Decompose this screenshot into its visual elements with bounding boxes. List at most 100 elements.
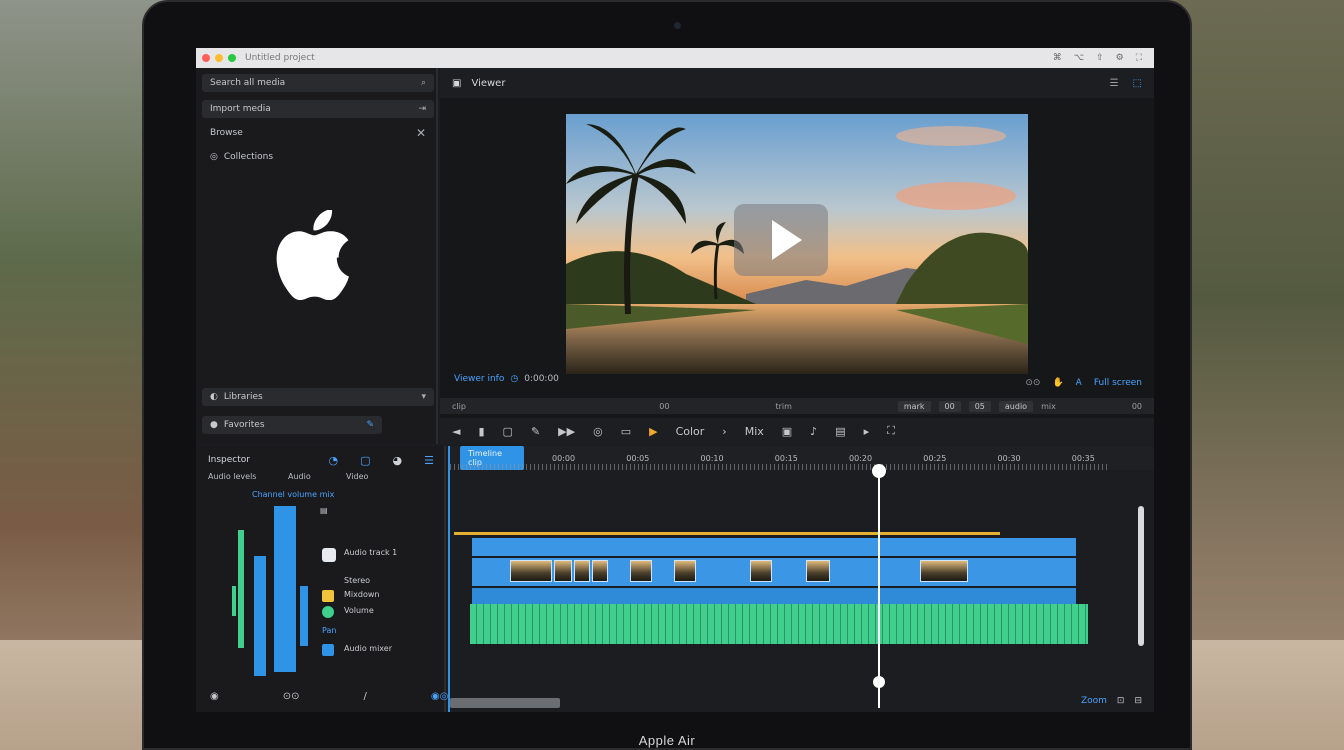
mix-tool[interactable]: Mix	[745, 425, 764, 438]
horizontal-scrollbar[interactable]	[450, 698, 560, 708]
scrub-segment[interactable]: mark	[897, 400, 931, 412]
ruler-label: 00:35	[1071, 453, 1095, 463]
close-icon[interactable]: ✕	[416, 126, 426, 140]
video-preview[interactable]	[566, 114, 1028, 374]
speed-icon[interactable]: ▶▶	[558, 425, 575, 438]
maximize-window-button[interactable]	[228, 54, 236, 62]
fullscreen-icon[interactable]: ⛶	[1136, 53, 1142, 63]
inspector-panel: Inspector ◔ ▢ ◕ ☰ Audio levels Audio Vid…	[196, 446, 448, 712]
clip-thumbnail[interactable]	[510, 560, 552, 582]
libraries-icon: ◐	[210, 392, 218, 402]
target-icon[interactable]: ◎	[593, 425, 603, 438]
playhead-handle[interactable]	[872, 464, 886, 478]
edit-icon: ✎	[366, 420, 374, 430]
clip-thumbnail[interactable]	[806, 560, 830, 582]
browse-item[interactable]: Browse ✕	[202, 124, 434, 142]
titlebar-icon-1[interactable]: ⌘	[1053, 53, 1062, 63]
clip-thumbnail[interactable]	[920, 560, 968, 582]
favorites-button[interactable]: ● Favorites ✎	[202, 416, 382, 434]
list-icon[interactable]: ☰	[1110, 78, 1119, 89]
audio-tab-icon[interactable]: ◔	[329, 454, 339, 467]
info-tab-icon[interactable]: ◕	[393, 454, 403, 467]
libraries-button[interactable]: ◐ Libraries ▾	[202, 388, 434, 406]
favorites-label: Favorites	[223, 420, 265, 430]
video-track-bottom[interactable]	[472, 588, 1076, 604]
browse-label: Browse	[210, 128, 243, 138]
scrub-segment[interactable]: 05	[968, 400, 991, 412]
step-icon[interactable]: ▸	[864, 425, 870, 438]
pen-icon[interactable]: ✎	[531, 425, 540, 438]
minimize-window-button[interactable]	[215, 54, 223, 62]
tab-audio[interactable]: Audio	[288, 472, 311, 481]
app-screen: Untitled project ⌘ ⌥ ⇧ ⚙ ⛶ Search all me…	[196, 48, 1154, 712]
inspector-item[interactable]: Volume	[344, 606, 374, 615]
scrub-segment[interactable]: 00	[938, 400, 961, 412]
inspector-footer: ◉ ⊙⊙ / ◉◎	[210, 691, 448, 702]
inspector-item[interactable]: Stereo	[344, 576, 370, 585]
collapse-button[interactable]: ⊟	[1134, 696, 1142, 706]
text-icon[interactable]: A	[1076, 378, 1082, 388]
link-icon[interactable]: ⊙⊙	[283, 691, 300, 702]
search-input[interactable]: Search all media ⌕	[202, 74, 434, 92]
menu-icon[interactable]: ☰	[424, 454, 434, 467]
item-small-label: ▤	[320, 506, 328, 515]
fit-badge[interactable]: ⊙⊙	[1025, 378, 1040, 388]
camera-icon[interactable]: ◉	[210, 691, 219, 702]
clip-thumbnail[interactable]	[750, 560, 772, 582]
viewer-header: ▣ Viewer ☰ ⬚	[440, 68, 1154, 98]
clip-thumbnail[interactable]	[574, 560, 590, 582]
collections-item[interactable]: ◎ Collections	[202, 148, 434, 166]
scrub-bar[interactable]: clip 00 trim mark 00 05 audio mix 00	[440, 398, 1154, 414]
fullscreen-label[interactable]: Full screen	[1094, 378, 1142, 388]
chevron-right-icon[interactable]: ›	[722, 425, 726, 438]
timeline-panel[interactable]: Timeline clip 00:00 00:05 00:10 00:15 00…	[448, 446, 1154, 712]
tab-video[interactable]: Video	[346, 472, 368, 481]
clip-thumbnail[interactable]	[630, 560, 652, 582]
camera-icon	[674, 22, 681, 29]
hand-icon[interactable]: ✋	[1052, 378, 1063, 388]
clip-thumbnail[interactable]	[674, 560, 696, 582]
playhead[interactable]	[878, 468, 880, 708]
inspector-item[interactable]: Mixdown	[344, 590, 379, 599]
export-icon[interactable]: ⬚	[1133, 78, 1142, 89]
inspector-item[interactable]: Audio mixer	[344, 644, 392, 653]
play-icon[interactable]: ▶	[649, 425, 657, 438]
back-icon[interactable]: ◄	[452, 425, 460, 438]
level-bar-1	[254, 556, 266, 676]
frame-icon[interactable]: ▭	[621, 425, 631, 438]
music-icon[interactable]: ♪	[810, 425, 817, 438]
color-tool[interactable]: Color	[676, 425, 705, 438]
zoom-button[interactable]: Zoom	[1081, 696, 1107, 706]
inspector-subtitle: Audio levels	[208, 472, 257, 481]
grid-icon[interactable]: ▤	[835, 425, 845, 438]
inspector-item[interactable]: Audio track 1	[344, 548, 397, 557]
trash-icon[interactable]: ▮	[478, 425, 484, 438]
sync-icon[interactable]: ◉◎	[431, 691, 448, 702]
expand-icon[interactable]: ⛶	[887, 424, 895, 438]
titlebar-icon-2[interactable]: ⌥	[1074, 53, 1084, 63]
clip-thumbnail[interactable]	[592, 560, 608, 582]
import-media-button[interactable]: Import media ⇥	[202, 100, 434, 118]
clip-thumbnail[interactable]	[554, 560, 572, 582]
scrub-label: mix	[1041, 401, 1056, 411]
video-track-top[interactable]	[472, 538, 1076, 556]
play-button[interactable]	[734, 204, 828, 276]
playhead-bottom-handle[interactable]	[873, 676, 885, 688]
inspector-header: Inspector ◔ ▢ ◕ ☰	[196, 446, 446, 474]
title-track[interactable]	[454, 532, 1000, 535]
video-tab-icon[interactable]: ▢	[360, 454, 370, 467]
chevron-icon: ▾	[421, 392, 426, 402]
libraries-label: Libraries	[223, 392, 263, 402]
close-window-button[interactable]	[202, 54, 210, 62]
settings-icon[interactable]: ⚙	[1116, 53, 1124, 63]
inspector-title: Inspector	[208, 455, 250, 465]
titlebar-icon-3[interactable]: ⇧	[1096, 53, 1104, 63]
inspector-item[interactable]: Pan	[322, 626, 336, 635]
timeline-footer: Zoom ⊡ ⊟	[1081, 696, 1142, 706]
slash-icon[interactable]: /	[364, 691, 367, 702]
crop-icon[interactable]: ▢	[503, 425, 513, 438]
vertical-scrollbar[interactable]	[1138, 506, 1144, 646]
scrub-segment[interactable]: audio	[998, 400, 1034, 412]
fit-button[interactable]: ⊡	[1117, 696, 1125, 706]
layout-icon[interactable]: ▣	[782, 425, 792, 438]
